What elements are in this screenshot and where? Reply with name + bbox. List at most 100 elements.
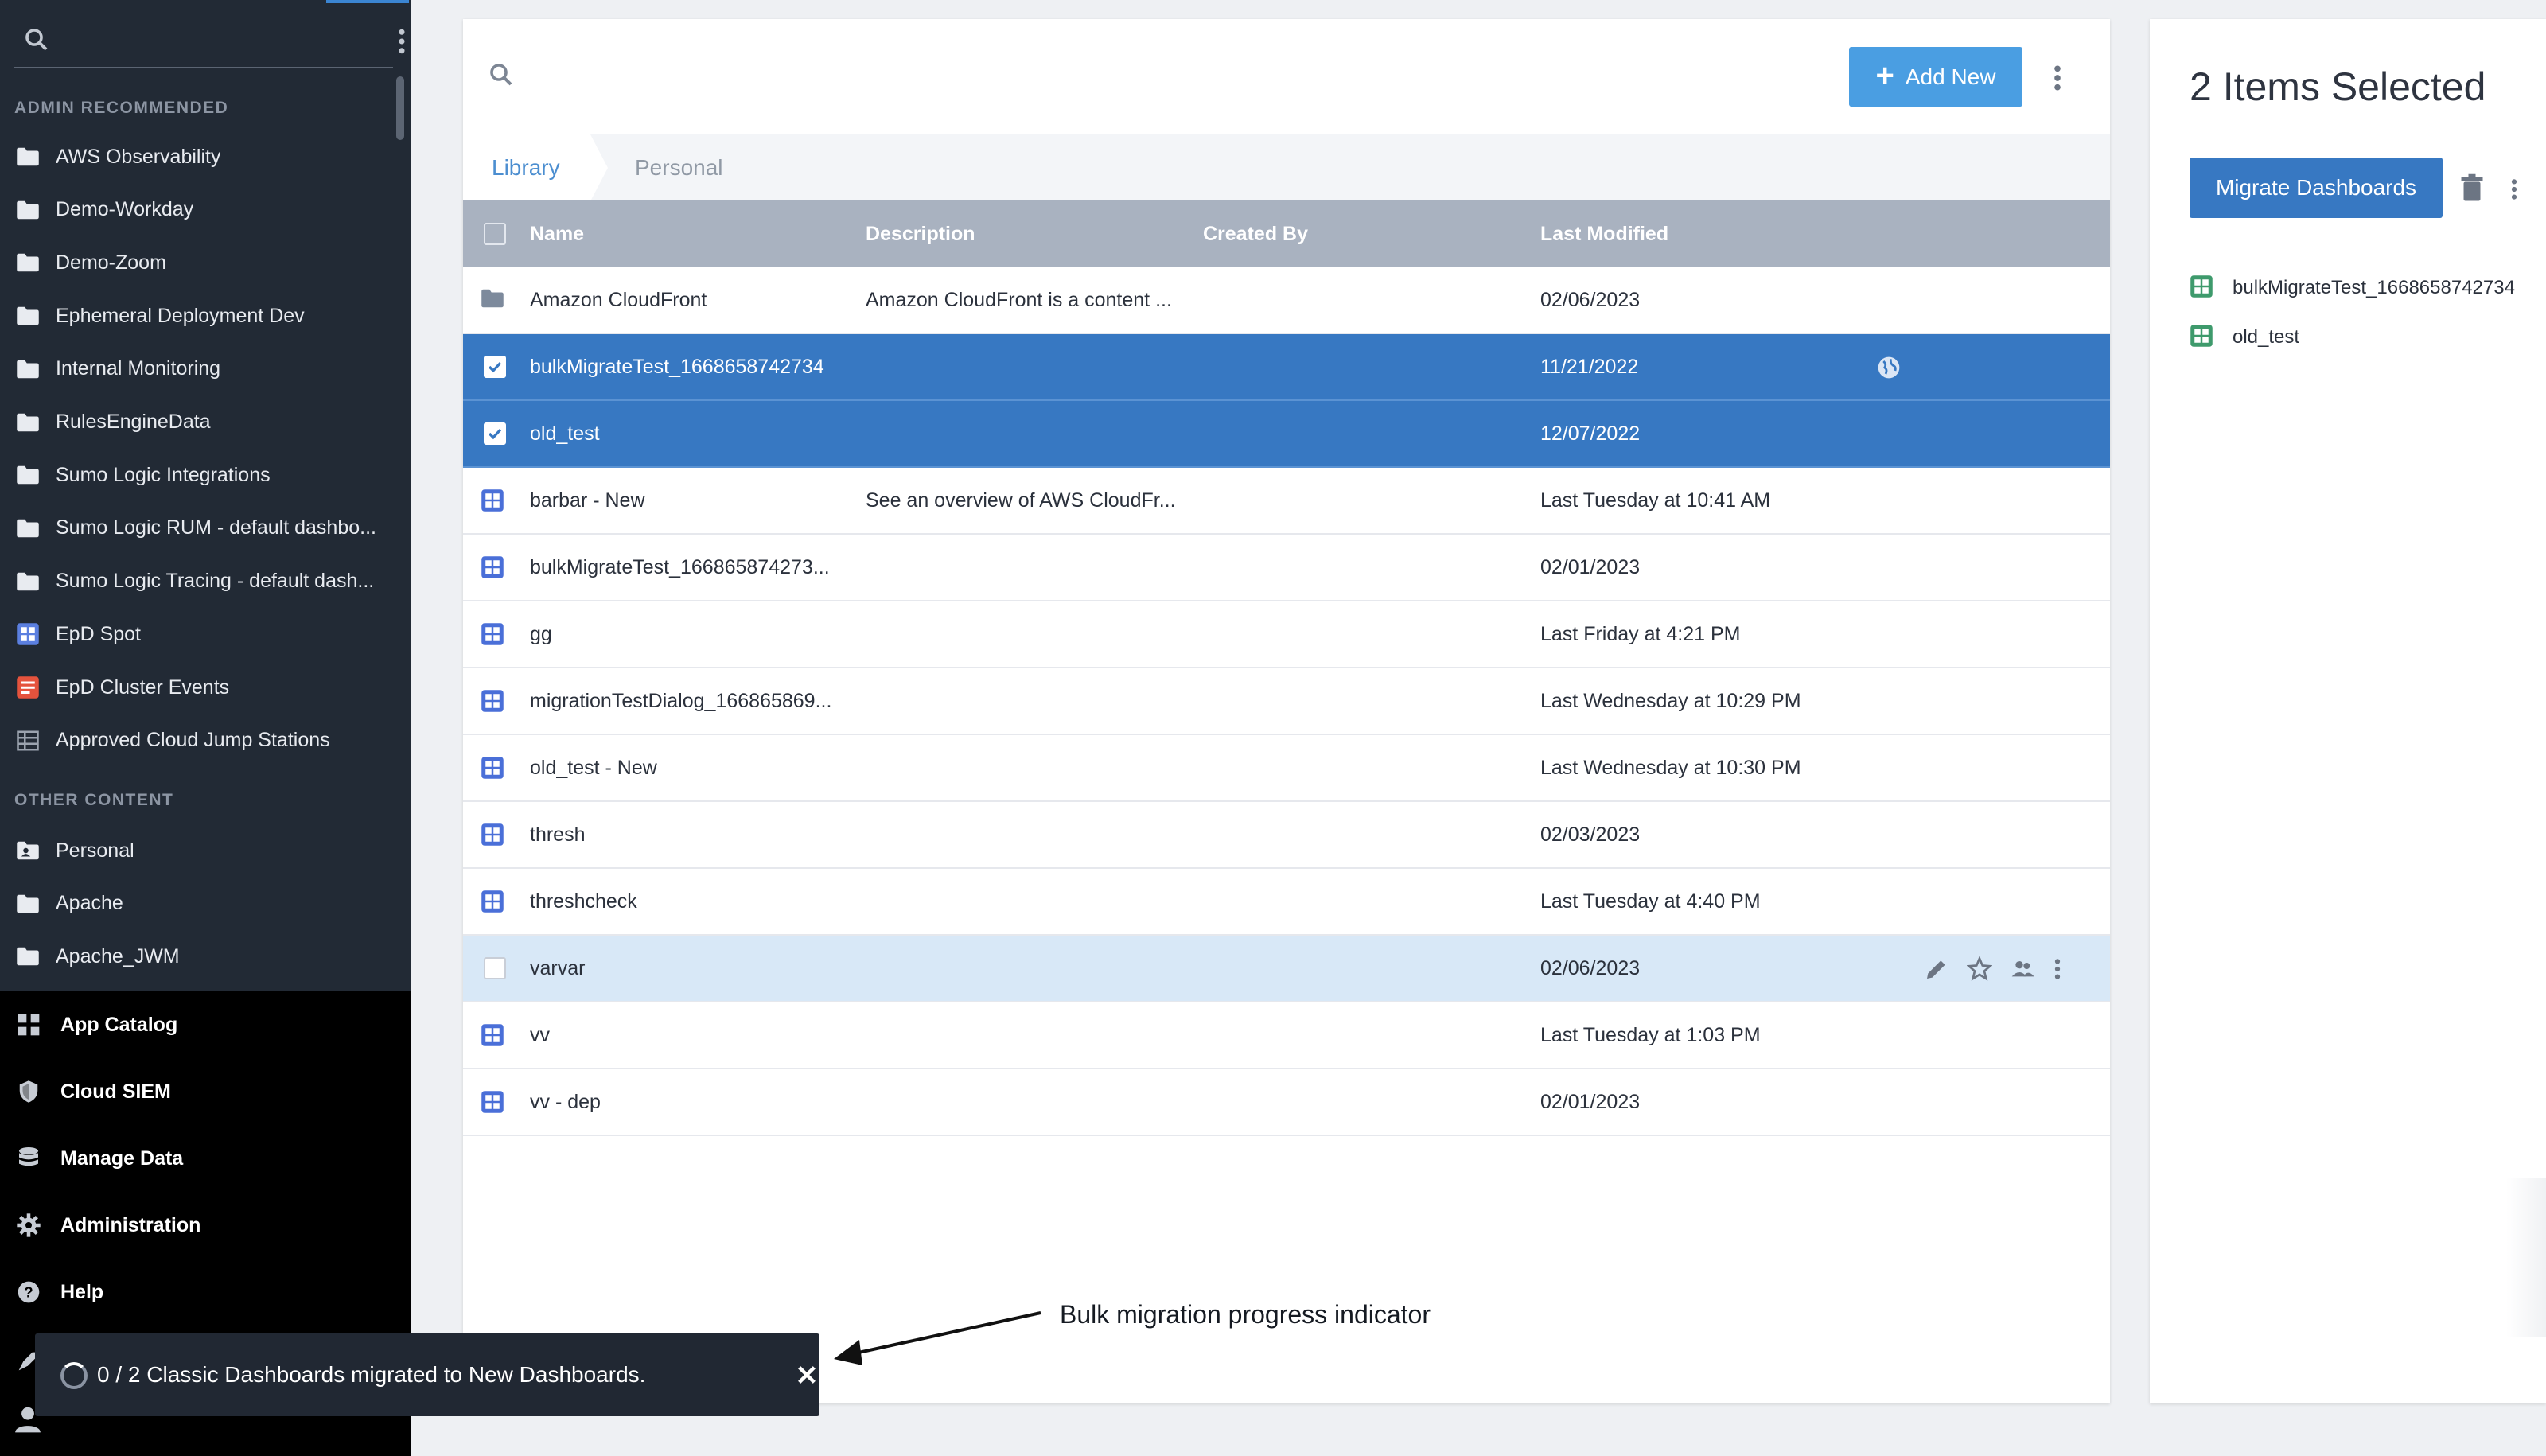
breadcrumb-library[interactable]: Library bbox=[463, 134, 590, 201]
table-row[interactable]: varvar 02/06/2023 bbox=[463, 936, 2110, 1002]
sidebar-other-item[interactable]: Personal bbox=[0, 824, 398, 877]
sidebar-item-label: Approved Cloud Jump Stations bbox=[56, 729, 330, 752]
folder-icon bbox=[14, 304, 41, 328]
library-tree: ADMIN RECOMMENDED OTHER CONTENT AWS Obse… bbox=[0, 0, 411, 991]
breadcrumb-separator bbox=[590, 134, 608, 201]
annotation-arrow bbox=[834, 1311, 1041, 1365]
dashboard-icon bbox=[481, 489, 508, 514]
annotation-label: Bulk migration progress indicator bbox=[1060, 1300, 1431, 1329]
toast-message: 0 / 2 Classic Dashboards migrated to New… bbox=[97, 1362, 646, 1387]
row-description: See an overview of AWS CloudFr... bbox=[866, 489, 1176, 512]
table-row[interactable]: vv - dep 02/01/2023 bbox=[463, 1069, 2110, 1136]
table-row[interactable]: migrationTestDialog_166865869... Last Wed… bbox=[463, 668, 2110, 735]
sidebar-admin-item[interactable]: RulesEngineData bbox=[0, 396, 398, 449]
table-row[interactable]: threshcheck Last Tuesday at 4:40 PM bbox=[463, 869, 2110, 936]
row-last-modified: 02/06/2023 bbox=[1540, 956, 1641, 979]
sidebar-admin-item[interactable]: Demo-Zoom bbox=[0, 236, 398, 289]
app-grid-icon bbox=[13, 1009, 45, 1041]
search-icon[interactable] bbox=[487, 60, 516, 89]
selected-item: bulkMigrateTest_1668658742734 bbox=[2190, 272, 2515, 304]
row-name: bulkMigrateTest_166865874273... bbox=[530, 555, 830, 578]
row-name: gg bbox=[530, 622, 552, 645]
dashboard-icon bbox=[481, 555, 508, 581]
row-name: thresh bbox=[530, 823, 586, 846]
table-header: Name Description Created By Last Modifie… bbox=[463, 200, 2110, 267]
sidebar-admin-item[interactable]: EpD Spot bbox=[0, 608, 398, 660]
sidebar-admin-item[interactable]: AWS Observability bbox=[0, 130, 398, 183]
globe-icon bbox=[1876, 355, 1902, 380]
migrate-dashboards-button[interactable]: Migrate Dashboards bbox=[2190, 158, 2443, 218]
row-last-modified: 12/07/2022 bbox=[1540, 422, 1641, 445]
sidebar-item-label: Demo-Workday bbox=[56, 198, 194, 221]
row-name: old_test bbox=[530, 422, 600, 445]
more-options-icon[interactable] bbox=[2050, 60, 2065, 95]
column-description[interactable]: Description bbox=[866, 200, 975, 267]
sidebar-other-item[interactable]: Apache bbox=[0, 878, 398, 930]
row-checkbox-checked[interactable] bbox=[484, 422, 506, 445]
nav-item[interactable]: Cloud SIEM bbox=[0, 1058, 411, 1125]
table-row[interactable]: bulkMigrateTest_1668658742734 11/21/2022 bbox=[463, 334, 2110, 401]
close-icon[interactable] bbox=[794, 1362, 819, 1388]
breadcrumb-personal[interactable]: Personal bbox=[635, 134, 723, 201]
sidebar-other-item[interactable]: Apache_JWM bbox=[0, 930, 398, 983]
selection-more-icon[interactable] bbox=[2509, 173, 2519, 205]
sidebar-admin-item[interactable]: Ephemeral Deployment Dev bbox=[0, 290, 398, 342]
share-people-icon[interactable] bbox=[2010, 956, 2035, 982]
row-name: vv bbox=[530, 1023, 550, 1046]
sidebar-item-label: Ephemeral Deployment Dev bbox=[56, 304, 305, 327]
sidebar-admin-item[interactable]: Sumo Logic RUM - default dashbo... bbox=[0, 502, 398, 555]
row-last-modified: Last Wednesday at 10:29 PM bbox=[1540, 689, 1801, 712]
sidebar-admin-item[interactable]: Approved Cloud Jump Stations bbox=[0, 714, 398, 767]
row-checkbox-checked[interactable] bbox=[484, 356, 506, 378]
table-row[interactable]: gg Last Friday at 4:21 PM bbox=[463, 601, 2110, 668]
dashboard-icon bbox=[481, 689, 508, 714]
row-checkbox[interactable] bbox=[484, 957, 506, 979]
sidebar-item-label: EpD Spot bbox=[56, 622, 142, 645]
column-name[interactable]: Name bbox=[530, 200, 584, 267]
add-new-button[interactable]: + Add New bbox=[1849, 47, 2022, 107]
trash-icon[interactable] bbox=[2460, 173, 2484, 202]
star-icon[interactable] bbox=[1967, 956, 1992, 982]
dashboard-icon bbox=[481, 823, 508, 848]
row-last-modified: 02/01/2023 bbox=[1540, 555, 1641, 578]
nav-item-label: Cloud SIEM bbox=[60, 1080, 171, 1103]
sidebar-item-label: Sumo Logic Integrations bbox=[56, 463, 271, 486]
table-row[interactable]: old_test - New Last Wednesday at 10:30 PM bbox=[463, 735, 2110, 802]
select-all-checkbox[interactable] bbox=[484, 223, 506, 245]
table-row[interactable]: bulkMigrateTest_166865874273... 02/01/202… bbox=[463, 535, 2110, 601]
library-toolbar: + Add New bbox=[463, 19, 2110, 134]
sidebar-admin-item[interactable]: Sumo Logic Tracing - default dash... bbox=[0, 555, 398, 608]
folder-icon bbox=[14, 516, 41, 540]
sidebar-admin-item[interactable]: EpD Cluster Events bbox=[0, 661, 398, 714]
sidebar-admin-item[interactable]: Demo-Workday bbox=[0, 184, 398, 236]
row-last-modified: 02/01/2023 bbox=[1540, 1090, 1641, 1113]
nav-item[interactable]: App Catalog bbox=[0, 991, 411, 1058]
sidebar-admin-item[interactable]: Sumo Logic Integrations bbox=[0, 449, 398, 501]
folder-icon bbox=[14, 944, 41, 968]
folder-icon bbox=[14, 892, 41, 916]
sidebar-item-label: Sumo Logic Tracing - default dash... bbox=[56, 570, 375, 593]
row-actions bbox=[1924, 955, 2062, 983]
folder-icon bbox=[14, 251, 41, 274]
row-more-icon[interactable] bbox=[2053, 955, 2062, 983]
row-last-modified: Last Tuesday at 4:40 PM bbox=[1540, 890, 1761, 913]
row-name: barbar - New bbox=[530, 489, 645, 512]
column-created-by[interactable]: Created By bbox=[1203, 200, 1308, 267]
column-last-modified[interactable]: Last Modified bbox=[1540, 200, 1668, 267]
progress-spinner-icon bbox=[60, 1362, 88, 1389]
table-row[interactable]: old_test 12/07/2022 bbox=[463, 401, 2110, 468]
table-row[interactable]: Amazon CloudFront Amazon CloudFront is a … bbox=[463, 267, 2110, 334]
table-row[interactable]: barbar - New See an overview of AWS Cloud… bbox=[463, 468, 2110, 535]
sidebar-admin-item[interactable]: Internal Monitoring bbox=[0, 343, 398, 395]
edit-icon[interactable] bbox=[1924, 956, 1949, 982]
nav-item[interactable]: Administration bbox=[0, 1192, 411, 1259]
database-icon bbox=[13, 1143, 45, 1174]
dashboard-icon bbox=[481, 1090, 508, 1115]
nav-item[interactable]: Manage Data bbox=[0, 1125, 411, 1192]
row-last-modified: 02/06/2023 bbox=[1540, 288, 1641, 311]
table-row[interactable]: vv Last Tuesday at 1:03 PM bbox=[463, 1002, 2110, 1069]
sidebar-item-label: Demo-Zoom bbox=[56, 251, 166, 274]
table-row[interactable]: thresh 02/03/2023 bbox=[463, 802, 2110, 869]
row-description: Amazon CloudFront is a content ... bbox=[866, 288, 1172, 311]
nav-item[interactable]: ? Help bbox=[0, 1259, 411, 1326]
